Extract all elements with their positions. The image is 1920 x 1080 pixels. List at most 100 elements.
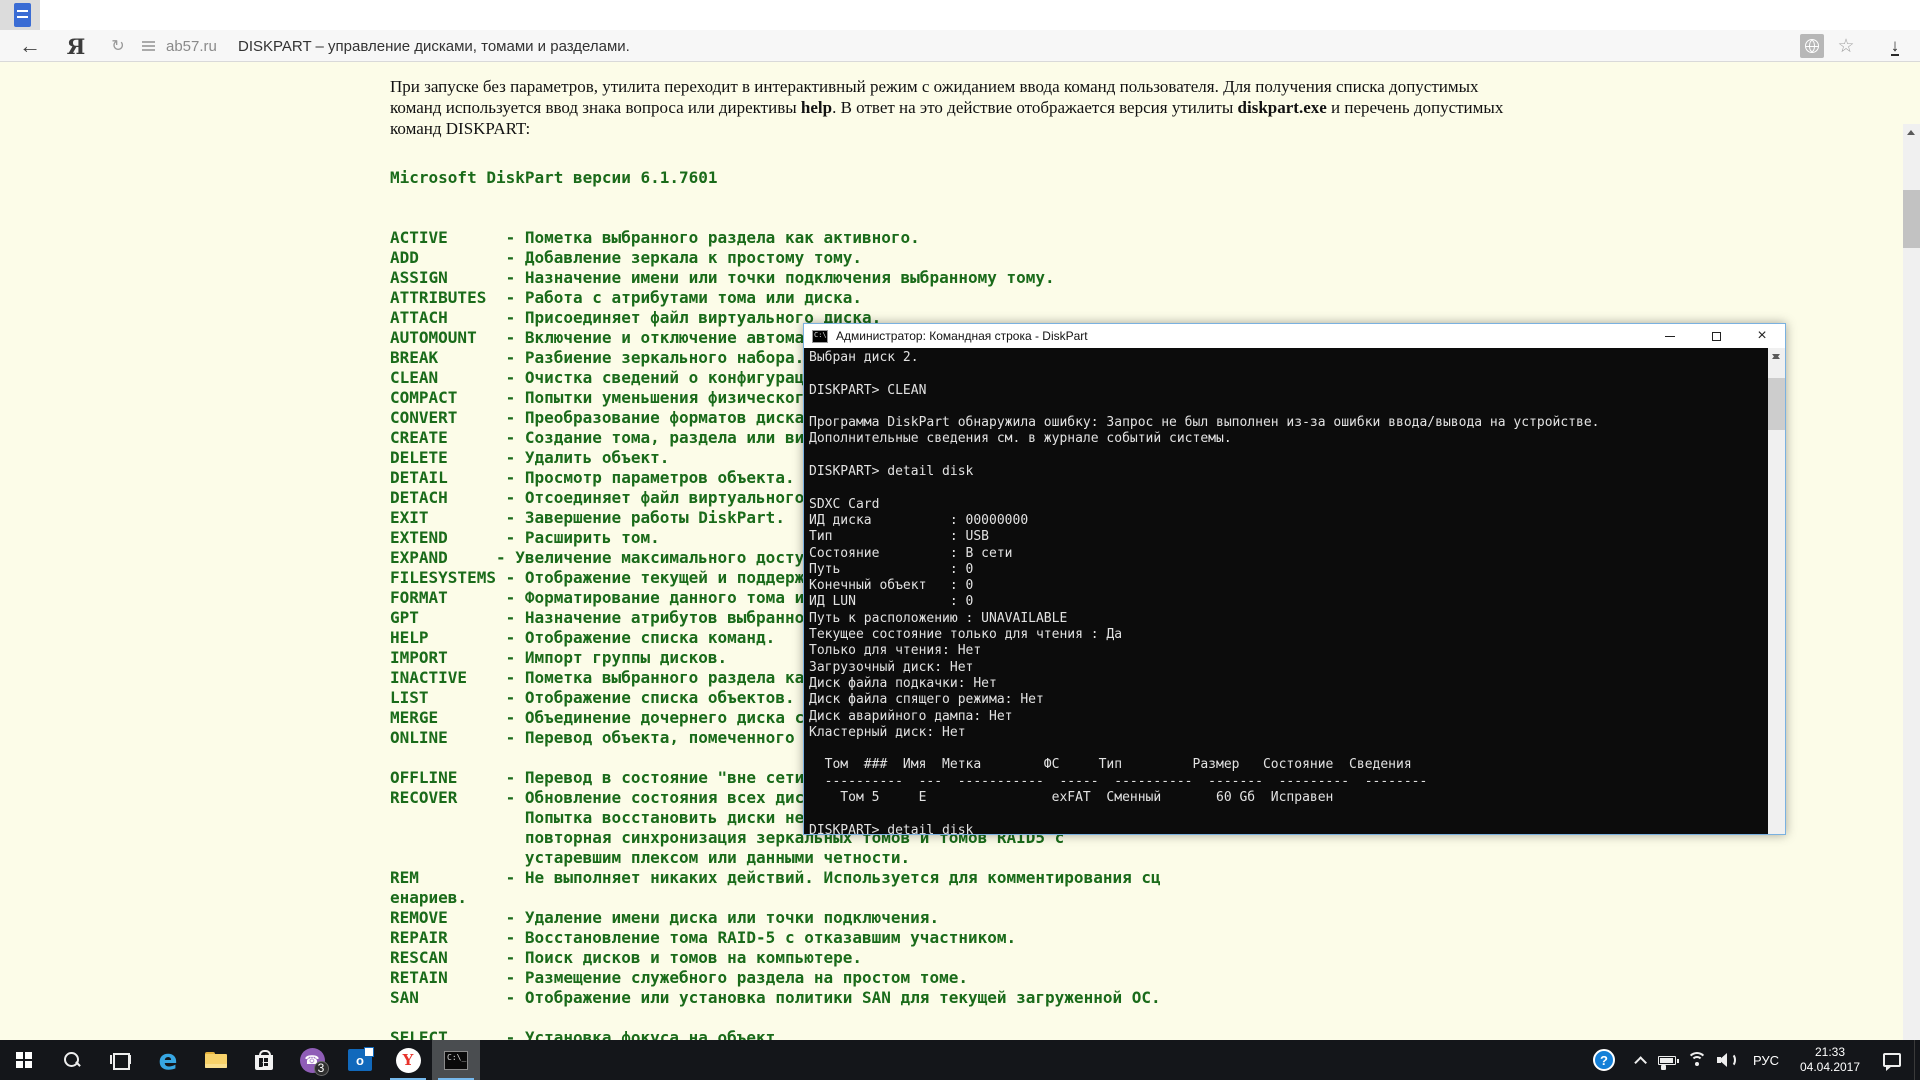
download-arrow-icon: ↓: [1890, 35, 1900, 56]
action-center-icon: [1883, 1053, 1901, 1071]
close-icon: ×: [1757, 327, 1767, 344]
browser-tab-strip: [0, 0, 1920, 30]
help-tray-button[interactable]: ?: [1584, 1040, 1624, 1080]
cmd-line: Только для чтения: Нет: [809, 643, 982, 659]
help-icon: ?: [1593, 1049, 1615, 1071]
outlook-button[interactable]: o: [336, 1040, 384, 1080]
plug-icon: [1661, 1064, 1666, 1070]
refresh-icon[interactable]: ↻: [104, 30, 132, 62]
cmd-line: Том 5 E exFAT Сменный 60 Gб Исправен: [809, 790, 1334, 806]
pre-line: [390, 208, 1190, 228]
cmd-line: [809, 399, 1600, 415]
viber-button[interactable]: ☎ 3: [288, 1040, 336, 1080]
task-view-button[interactable]: [96, 1040, 144, 1080]
pre-line: [390, 1008, 1190, 1028]
cmd-scrollbar-thumb[interactable]: [1768, 378, 1785, 430]
search-button[interactable]: [48, 1040, 96, 1080]
bookmark-star-icon[interactable]: ☆: [1832, 30, 1860, 62]
pre-line: REPAIR - Восстановление тома RAID-5 с от…: [390, 928, 1017, 947]
cmd-line: ---------- --- ----------- ----- -------…: [809, 773, 1428, 789]
minimize-button[interactable]: [1647, 324, 1693, 348]
address-domain[interactable]: ab57.ru: [166, 30, 217, 62]
clock[interactable]: 21:33 04.04.2017: [1788, 1040, 1872, 1080]
pre-line: REM - Не выполняет никаких действий. Исп…: [390, 868, 1161, 887]
cmd-taskbar-button[interactable]: [432, 1040, 480, 1080]
site-favicon-icon: [14, 3, 31, 27]
cmd-line: [809, 741, 1600, 757]
edge-button[interactable]: e: [144, 1040, 192, 1080]
close-button[interactable]: ×: [1739, 324, 1785, 348]
cmd-line: ИД диска : 00000000: [809, 512, 1029, 528]
pre-line: Microsoft DiskPart версии 6.1.7601: [390, 168, 718, 187]
yandex-logo-icon[interactable]: Я: [58, 30, 94, 62]
cmd-line: Путь : 0: [809, 561, 974, 577]
pre-line: ATTRIBUTES - Работа с атрибутами тома ил…: [390, 288, 863, 307]
window-controls: ×: [1647, 324, 1785, 348]
browser-tab[interactable]: [0, 0, 40, 30]
cmd-line: [809, 448, 1600, 464]
globe-icon[interactable]: [1800, 34, 1824, 58]
pre-line: [390, 188, 1190, 208]
cmd-line: Диск аварийного дампа: Нет: [809, 708, 1013, 724]
language-indicator[interactable]: РУС: [1744, 1040, 1788, 1080]
cmd-line: DISKPART> detail disk: [809, 464, 974, 480]
action-center-button[interactable]: [1872, 1040, 1912, 1080]
start-button[interactable]: [0, 1040, 48, 1080]
downloads-button[interactable]: ↓: [1880, 30, 1910, 62]
chevron-up-icon: [1633, 1055, 1647, 1069]
cmd-line: Том ### Имя Метка ФС Тип Размер Состояни…: [809, 757, 1412, 773]
cmd-line: Кластерный диск: Нет: [809, 724, 966, 740]
scrollbar-thumb[interactable]: [1903, 190, 1920, 248]
yandex-browser-button[interactable]: Y: [384, 1040, 432, 1080]
back-button[interactable]: ←: [12, 30, 48, 62]
cmd-line: Конечный объект : 0: [809, 578, 974, 594]
time-label: 21:33: [1814, 1045, 1846, 1059]
screen: ← Я ↻ ab57.ru DISKPART – управление диск…: [0, 0, 1920, 1080]
date-label: 04.04.2017: [1799, 1060, 1861, 1074]
cmd-line: Программа DiskPart обнаружила ошибку: За…: [809, 415, 1600, 431]
cmd-line: DISKPART> CLEAN: [809, 382, 927, 398]
cmd-line: [809, 806, 1600, 822]
cmd-line: [809, 480, 1600, 496]
edge-icon: e: [158, 1043, 178, 1076]
battery-icon: [1658, 1055, 1679, 1070]
pre-line: SAN - Отображение или установка политики…: [390, 988, 1161, 1007]
maximize-button[interactable]: [1693, 324, 1739, 348]
cmd-titlebar[interactable]: Администратор: Командная строка - DiskPa…: [804, 324, 1785, 348]
store-button[interactable]: [240, 1040, 288, 1080]
cmd-line: Загрузочный диск: Нет: [809, 659, 974, 675]
pre-line: ASSIGN - Назначение имени или точки подк…: [390, 268, 1055, 287]
paragraph-bold-diskpart: diskpart.exe: [1237, 98, 1327, 117]
explorer-button[interactable]: [192, 1040, 240, 1080]
minimize-icon: [1665, 335, 1675, 337]
pre-line: ACTIVE - Пометка выбранного раздела как …: [390, 228, 920, 247]
show-desktop-button[interactable]: [1914, 1040, 1920, 1080]
cmd-icon: [444, 1050, 468, 1070]
cmd-line: [809, 366, 1600, 382]
network-tray-button[interactable]: [1682, 1040, 1712, 1080]
page-scrollbar[interactable]: [1903, 124, 1920, 1040]
store-bag-icon: [255, 1050, 273, 1070]
windows-logo-icon: [16, 1052, 32, 1068]
cmd-scrollbar[interactable]: [1768, 348, 1785, 834]
cmd-console[interactable]: Выбран диск 2. DISKPART> CLEAN Программа…: [804, 348, 1785, 834]
cmd-line: DISKPART> detail disk: [809, 822, 974, 834]
reader-mode-icon[interactable]: [136, 30, 160, 62]
scroll-up-icon[interactable]: [1903, 124, 1920, 141]
outlook-icon: o: [348, 1047, 374, 1071]
pre-line: ADD - Добавление зеркала к простому тому…: [390, 248, 863, 267]
language-label: РУС: [1752, 1052, 1780, 1068]
cmd-line: Текущее состояние только для чтения : Да: [809, 627, 1123, 643]
cmd-line: Путь к расположению : UNAVAILABLE: [809, 610, 1068, 626]
yandex-letter: Y: [402, 1051, 414, 1069]
cmd-window-icon: [812, 329, 828, 343]
cmd-line: SDXC Card: [809, 496, 880, 512]
address-page-title[interactable]: DISKPART – управление дисками, томами и …: [238, 30, 630, 62]
pre-line: RETAIN - Размещение служебного раздела н…: [390, 968, 968, 987]
paragraph-text: . В ответ на это действие отображается в…: [832, 98, 1238, 117]
viber-badge: 3: [313, 1060, 329, 1076]
battery-tray-button[interactable]: [1652, 1040, 1682, 1080]
volume-tray-button[interactable]: [1712, 1040, 1744, 1080]
cmd-output: Выбран диск 2. DISKPART> CLEAN Программа…: [809, 350, 1600, 834]
tray-overflow-button[interactable]: [1624, 1040, 1652, 1080]
